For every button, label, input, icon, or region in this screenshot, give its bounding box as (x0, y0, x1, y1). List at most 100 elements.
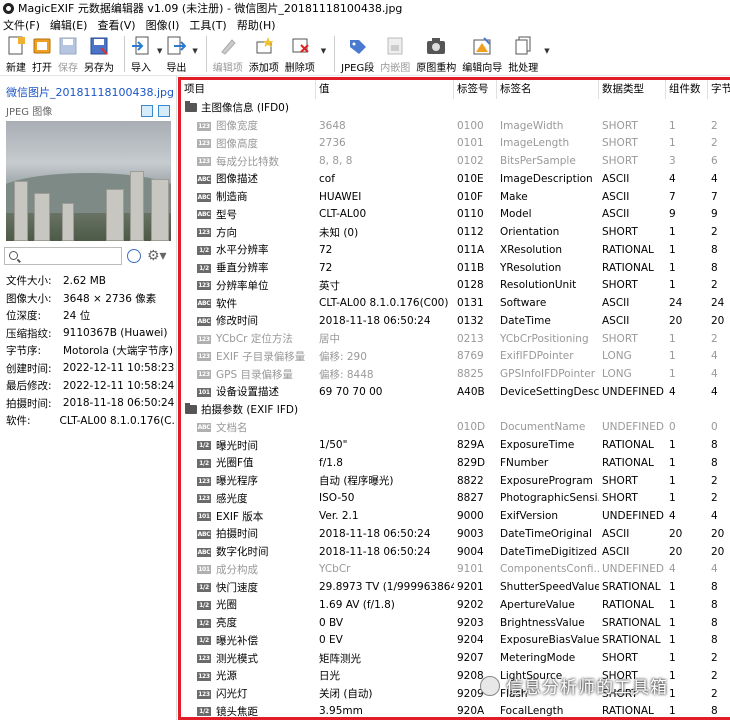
cell-bytes: 20 (711, 314, 725, 327)
table-row[interactable]: ABC 拍摄时间 2018-11-18 06:50:24 9003 DateTimeOr… (181, 525, 730, 543)
table-row[interactable]: 123 分辨率单位 英寸 0128 ResolutionUnit SHORT 1 2 (181, 277, 730, 295)
cell-bytes: 4 (711, 510, 718, 523)
type-badge-icon: ABC (197, 547, 211, 557)
cell-tag-name: ResolutionUnit (500, 279, 577, 292)
batch-dropdown-icon[interactable]: ▼ (544, 47, 549, 55)
table-row[interactable]: 1/2 光圈 1.69 AV (f/1.8) 9202 ApertureValue RAT… (181, 596, 730, 614)
table-row[interactable]: 123 图像宽度 3648 0100 ImageWidth SHORT 1 2 (181, 117, 730, 135)
table-row[interactable]: ABC 型号 CLT-AL00 0110 Model ASCII 9 9 (181, 206, 730, 224)
menu-help[interactable]: 帮助(H) (237, 17, 276, 33)
table-row[interactable]: 1/2 曝光补偿 0 EV 9204 ExposureBiasValue SRATIONA… (181, 632, 730, 650)
group-header[interactable]: 主图像信息 (IFD0) (181, 99, 730, 117)
col-header-data-type[interactable]: 数据类型 (599, 80, 666, 99)
table-row[interactable]: 123 YCbCr 定位方法 居中 0213 YCbCrPositioning SHORT… (181, 330, 730, 348)
table-row[interactable]: 1/2 垂直分辨率 72 011B YResolution RATIONAL 1 8 (181, 259, 730, 277)
col-header-bytes[interactable]: 字节 (708, 80, 730, 99)
table-row[interactable]: ABC 数字化时间 2018-11-18 06:50:24 9004 DateTimeD… (181, 543, 730, 561)
table-row[interactable]: 123 GPS 目录偏移量 偏移: 8448 8825 GPSInfoIFDPointe… (181, 365, 730, 383)
table-row[interactable]: ABC 制造商 HUAWEI 010F Make ASCII 7 7 (181, 188, 730, 206)
cell-item: 1/2 垂直分辨率 (181, 260, 316, 275)
table-row[interactable]: 123 感光度 ISO-50 8827 PhotographicSensi... SHOR… (181, 490, 730, 508)
table-row[interactable]: 123 图像高度 2736 0101 ImageLength SHORT 1 2 (181, 135, 730, 153)
watermark: 信息分析师的工具箱 (480, 673, 668, 698)
group-header[interactable]: 拍摄参数 (EXIF IFD) (181, 401, 730, 419)
type-badge-icon: 101 (197, 512, 211, 522)
rebuild-image-button[interactable]: 原图重构 (416, 33, 456, 74)
open-button[interactable]: 打开 (32, 33, 52, 74)
cell-count: 1 (669, 350, 676, 363)
type-badge-icon: 123 (197, 121, 211, 131)
new-button[interactable]: 新建 (6, 33, 26, 74)
embedded-image-button[interactable]: 内嵌图 (380, 33, 410, 74)
cell-tag-name: BrightnessValue (500, 616, 585, 629)
jpeg-segment-button[interactable]: JPEG段 (341, 33, 374, 74)
table-row[interactable]: 101 设备设置描述 69 70 70 00 A40B DeviceSettingDes… (181, 383, 730, 401)
table-row[interactable]: 123 EXIF 子目录偏移量 偏移: 290 8769 ExifIFDPointer L… (181, 348, 730, 366)
menu-file[interactable]: 文件(F) (3, 17, 40, 33)
delete-item-button[interactable]: 删除项 (285, 33, 315, 74)
col-header-value[interactable]: 值 (316, 80, 454, 99)
table-row[interactable]: 101 成分构成 YCbCr 9101 ComponentsConfi... UNDEFI… (181, 561, 730, 579)
cell-bytes: 20 (711, 545, 725, 558)
table-row[interactable]: ABC 图像描述 cof 010E ImageDescription ASCII 4 4 (181, 170, 730, 188)
col-header-count[interactable]: 组件数 (666, 80, 708, 99)
cell-tag-id: 0102 (457, 155, 484, 168)
menu-view[interactable]: 查看(V) (97, 17, 135, 33)
col-header-tag-name[interactable]: 标签名 (497, 80, 599, 99)
type-badge-icon: ABC (197, 529, 211, 539)
find-user-icon[interactable] (127, 249, 141, 263)
table-row[interactable]: 1/2 镜头焦距 3.95mm 920A FocalLength RATIONAL 1 8 (181, 703, 730, 717)
save-button[interactable]: 保存 (58, 33, 78, 74)
col-header-item[interactable]: 项目 (181, 80, 316, 99)
menu-tools[interactable]: 工具(T) (189, 17, 226, 33)
col-header-tag-id[interactable]: 标签号 (454, 80, 497, 99)
table-row[interactable]: 123 方向 未知 (0) 0112 Orientation SHORT 1 2 (181, 223, 730, 241)
grid-header: 项目 值 标签号 标签名 数据类型 组件数 字节 (181, 80, 730, 99)
table-row[interactable]: 101 EXIF 版本 Ver. 2.1 9000 ExifVersion UNDEFIN… (181, 507, 730, 525)
table-row[interactable]: 1/2 光圈F值 f/1.8 829D FNumber RATIONAL 1 8 (181, 454, 730, 472)
type-badge-icon: 123 (197, 476, 211, 486)
save-as-button[interactable]: 另存为 (84, 33, 114, 74)
table-row[interactable]: 1/2 曝光时间 1/50" 829A ExposureTime RATIONAL 1 8 (181, 436, 730, 454)
table-row[interactable]: 1/2 亮度 0 BV 9203 BrightnessValue SRATIONAL 1 8 (181, 614, 730, 632)
table-row[interactable]: 123 曝光程序 自动 (程序曝光) 8822 ExposureProgram SHORT… (181, 472, 730, 490)
cell-tag-id: 829A (457, 439, 485, 452)
export-dropdown-icon[interactable]: ▼ (192, 47, 197, 55)
cell-count: 24 (669, 297, 683, 310)
cell-bytes: 2 (711, 474, 718, 487)
table-row[interactable]: 1/2 水平分辨率 72 011A XResolution RATIONAL 1 8 (181, 241, 730, 259)
table-row[interactable]: ABC 修改时间 2018-11-18 06:50:24 0132 DateTime AS… (181, 312, 730, 330)
search-icon (9, 251, 18, 260)
delete-dropdown-icon[interactable]: ▼ (321, 47, 326, 55)
exif-grid[interactable]: 项目 值 标签号 标签名 数据类型 组件数 字节 主图像信息 (IFD0) 123… (178, 77, 730, 720)
search-input[interactable] (4, 247, 122, 265)
table-row[interactable]: ABC 文档名 010D DocumentName UNDEFINED 0 0 (181, 419, 730, 437)
item-name: 每成分比特数 (216, 155, 279, 168)
cell-tag-name: ShutterSpeedValue (500, 581, 599, 594)
cell-tag-name: ComponentsConfi... (500, 563, 599, 576)
import-button[interactable]: 导入 (131, 33, 151, 74)
cell-count: 1 (669, 243, 676, 256)
batch-button[interactable]: 批处理 (508, 33, 538, 74)
edit-wizard-button[interactable]: 编辑向导 (462, 33, 502, 74)
edit-item-button[interactable]: 编辑项 (213, 33, 243, 74)
add-item-button[interactable]: 添加项 (249, 33, 279, 74)
menu-image[interactable]: 图像(I) (146, 17, 180, 33)
folder-icon (185, 101, 197, 113)
image-view-icon[interactable] (141, 105, 153, 117)
table-row[interactable]: 123 每成分比特数 8, 8, 8 0102 BitsPerSample SHORT 3 6 (181, 152, 730, 170)
menu-edit[interactable]: 编辑(E) (50, 17, 88, 33)
gear-icon[interactable]: ⚙▾ (147, 248, 167, 264)
type-badge-icon: 1/2 (197, 583, 211, 593)
table-row[interactable]: ABC 软件 CLT-AL00 8.1.0.176(C00) 0131 Software… (181, 294, 730, 312)
file-name[interactable]: 微信图片_20181118100438.jpg (6, 84, 174, 100)
export-button[interactable]: 导出 (166, 33, 187, 74)
cell-count: 1 (669, 279, 676, 292)
type-badge-icon: 123 (197, 334, 211, 344)
table-row[interactable]: 123 测光模式 矩阵测光 9207 MeteringMode SHORT 1 2 (181, 649, 730, 667)
toolbar-separator (205, 36, 207, 72)
image-thumbnail (6, 121, 171, 241)
table-row[interactable]: 1/2 快门速度 29.8973 TV (1/999963864") 9201 Shut… (181, 578, 730, 596)
image-zoom-icon[interactable] (158, 105, 170, 117)
import-dropdown-icon[interactable]: ▼ (157, 47, 162, 55)
